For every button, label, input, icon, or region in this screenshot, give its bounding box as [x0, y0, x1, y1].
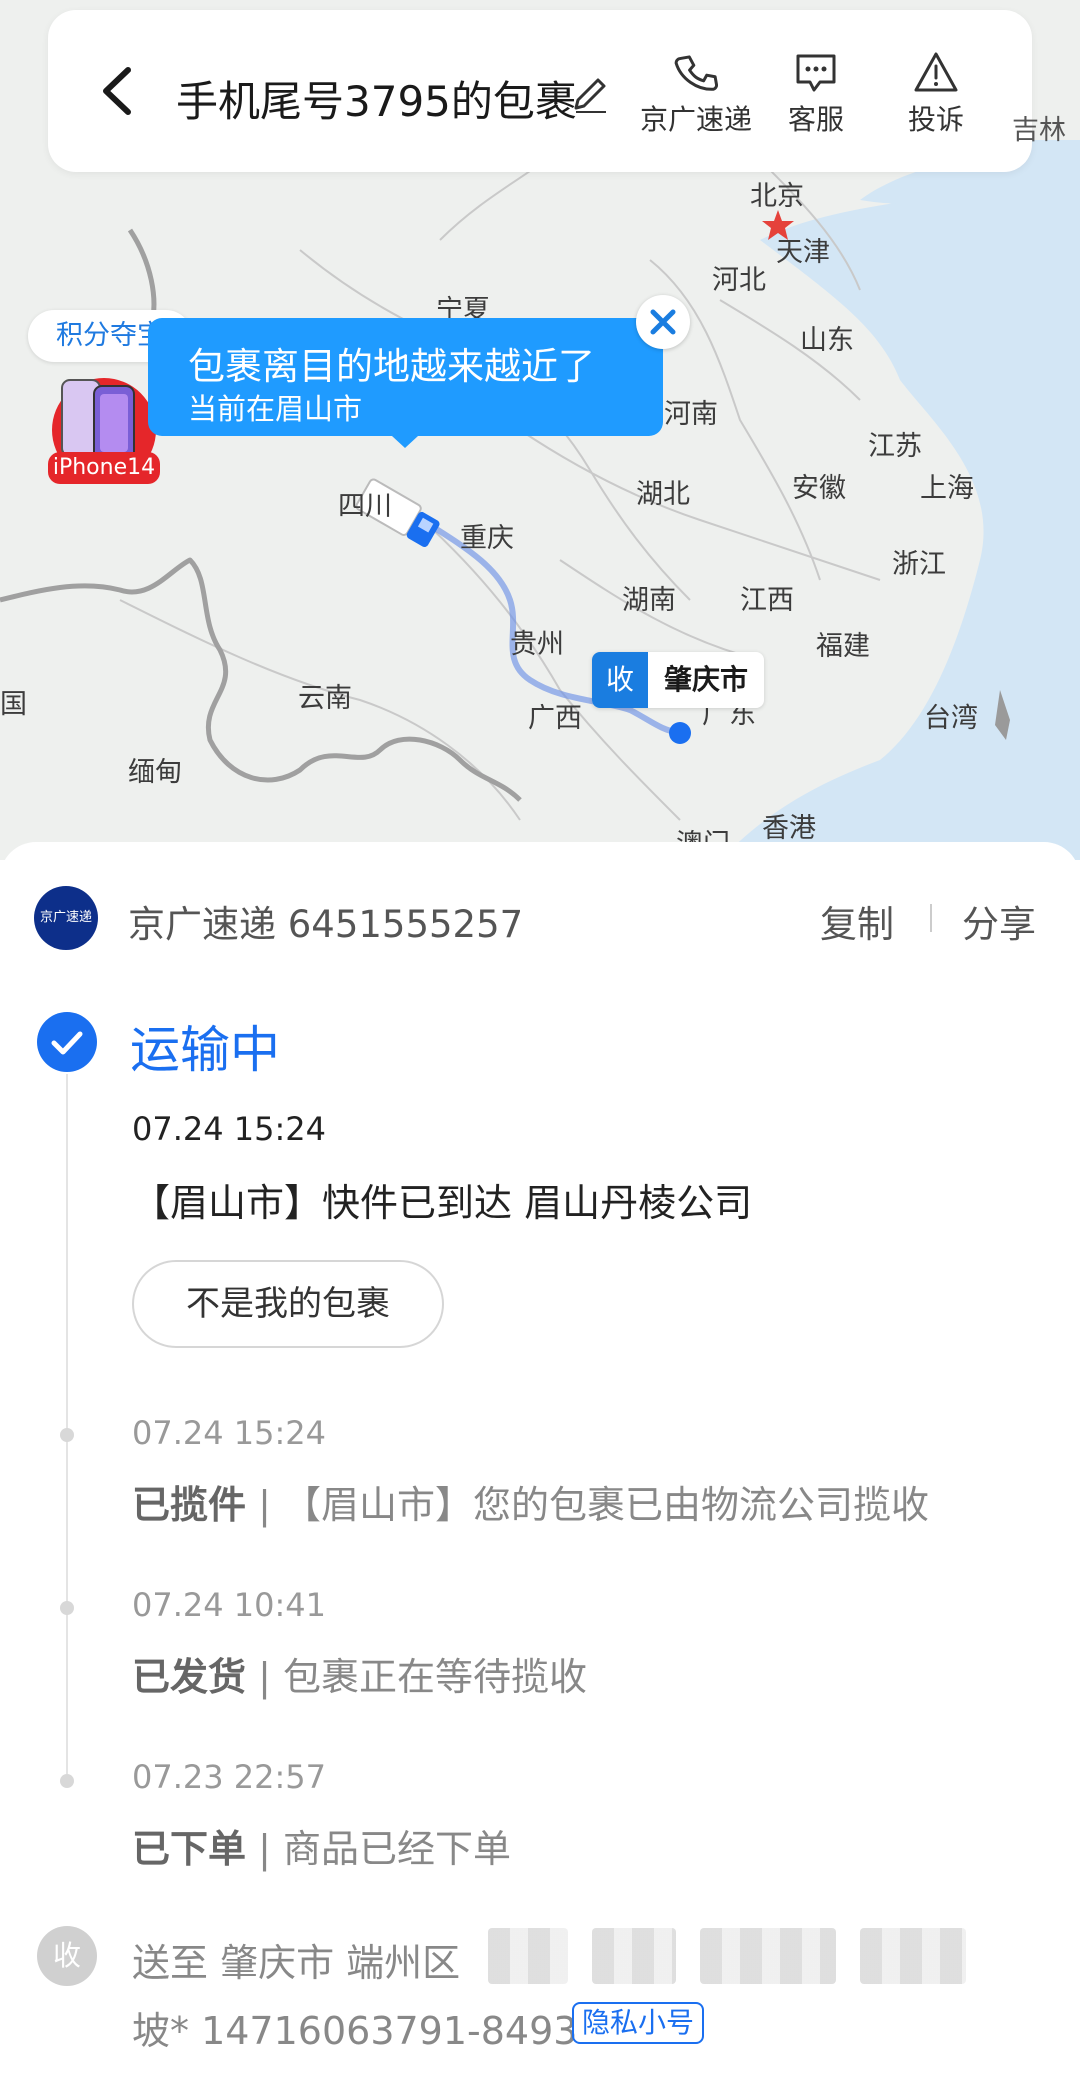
chat-icon — [796, 54, 836, 92]
complaint-button[interactable]: 投诉 — [876, 50, 996, 138]
page-title: 手机尾号3795的包裹 — [176, 77, 577, 126]
timeline-dot — [60, 1774, 74, 1788]
pencil-icon — [574, 78, 606, 113]
carrier-tracking-number: 京广速递 6451555257 — [128, 903, 524, 946]
map-label: 云南 — [298, 683, 352, 714]
bubble-title: 包裹离目的地越来越近了 — [188, 345, 595, 388]
history-status: 已下单 — [132, 1827, 247, 1871]
customer-service-button[interactable]: 客服 — [756, 50, 876, 138]
divider — [930, 904, 932, 932]
map-label: 安徽 — [792, 473, 846, 504]
call-carrier-label: 京广速递 — [639, 103, 752, 136]
history-status: 已揽件 — [132, 1483, 247, 1527]
map-label: 山东 — [800, 325, 854, 356]
redacted-address — [700, 1928, 836, 1984]
back-arrow-icon — [103, 67, 131, 115]
map-label: 河北 — [712, 265, 766, 296]
receive-badge: 收 — [592, 652, 648, 708]
map-label: 湖南 — [622, 585, 676, 616]
history-item: 已发货 | 包裹正在等待揽收 — [132, 1646, 587, 1701]
destination-city: 肇庆市 — [664, 663, 749, 696]
receiver-phone: 坡* 14716063791-8493 — [132, 2009, 578, 2053]
redacted-address — [860, 1928, 966, 1984]
close-icon — [650, 309, 676, 335]
map-label: 浙江 — [892, 549, 946, 580]
map-label: 湖北 — [636, 479, 690, 510]
map-label-cutoff: 吉林 — [1012, 115, 1066, 146]
promo-label: iPhone14 — [48, 452, 160, 484]
copy-button[interactable]: 复制 — [820, 894, 894, 948]
map-label: 江苏 — [868, 431, 922, 462]
history-item: 已揽件 | 【眉山市】您的包裹已由物流公司揽收 — [132, 1474, 929, 1529]
map-label: 上海 — [920, 473, 974, 504]
receiver-address: 送至 肇庆市 端州区 — [132, 1941, 461, 1985]
latest-event-text: 【眉山市】快件已到达 眉山丹棱公司 — [132, 1181, 753, 1225]
phone-icon — [674, 55, 718, 91]
map-label: 国 — [0, 689, 27, 720]
carrier-logo: 京广速递 — [34, 886, 98, 950]
receiver-badge: 收 — [37, 1926, 97, 1986]
history-item: 已下单 | 商品已经下单 — [132, 1818, 511, 1873]
history-sep: | — [258, 1827, 271, 1871]
call-carrier-button[interactable]: 京广速递 — [636, 50, 756, 138]
map-label: 台湾 — [924, 703, 978, 734]
history-time: 07.24 15:24 — [132, 1414, 326, 1452]
bubble-subtitle: 当前在眉山市 — [188, 392, 363, 426]
share-button[interactable]: 分享 — [962, 894, 1036, 948]
map-label: 香港 — [762, 813, 816, 844]
privacy-number-tag[interactable]: 隐私小号 — [572, 2002, 705, 2044]
warning-icon — [914, 52, 958, 92]
timeline-line — [66, 1074, 68, 1774]
top-bar: 手机尾号3795的包裹 京广速递 客服 投诉 吉林 — [48, 10, 1066, 172]
latest-event-time: 07.24 15:24 — [132, 1110, 326, 1148]
map-label: 福建 — [816, 631, 870, 662]
map-label: 江西 — [740, 585, 794, 616]
bubble-tail — [392, 436, 418, 448]
destination-tag: 收 肇庆市 — [592, 652, 764, 708]
history-status: 已发货 — [132, 1655, 247, 1699]
history-time: 07.23 22:57 — [132, 1758, 326, 1796]
timeline-dot — [60, 1428, 74, 1442]
edit-title-button[interactable] — [568, 72, 612, 116]
map-label: 缅甸 — [128, 757, 182, 788]
history-sep: | — [258, 1655, 271, 1699]
history-sep: | — [258, 1483, 271, 1527]
customer-service-label: 客服 — [787, 103, 844, 136]
back-button[interactable] — [88, 56, 148, 126]
not-my-package-button[interactable]: 不是我的包裹 — [132, 1260, 444, 1348]
status-title: 运输中 — [130, 1021, 280, 1079]
history-text: 包裹正在等待揽收 — [283, 1655, 588, 1699]
history-time: 07.24 10:41 — [132, 1586, 326, 1624]
history-text: 商品已经下单 — [283, 1827, 512, 1871]
tracking-sheet: 京广速递 京广速递 6451555257 复制 分享 运输中 07.24 15:… — [0, 842, 1080, 2090]
map-label: 四川 — [338, 491, 392, 522]
redacted-address — [592, 1928, 676, 1984]
map-label: 广西 — [528, 703, 582, 734]
map-label: 重庆 — [460, 523, 514, 554]
map-label: 北京 — [750, 181, 804, 212]
history-text: 【眉山市】您的包裹已由物流公司揽收 — [283, 1483, 930, 1527]
map-label: 河南 — [664, 399, 718, 430]
redacted-address — [488, 1928, 568, 1984]
status-check-icon — [37, 1012, 97, 1072]
map-label: 天津 — [776, 237, 830, 268]
map-label: 贵州 — [510, 629, 564, 660]
timeline-dot — [60, 1601, 74, 1615]
complaint-label: 投诉 — [907, 103, 964, 136]
status-bubble: 包裹离目的地越来越近了 当前在眉山市 — [148, 318, 663, 436]
bubble-close-button[interactable] — [636, 295, 690, 349]
